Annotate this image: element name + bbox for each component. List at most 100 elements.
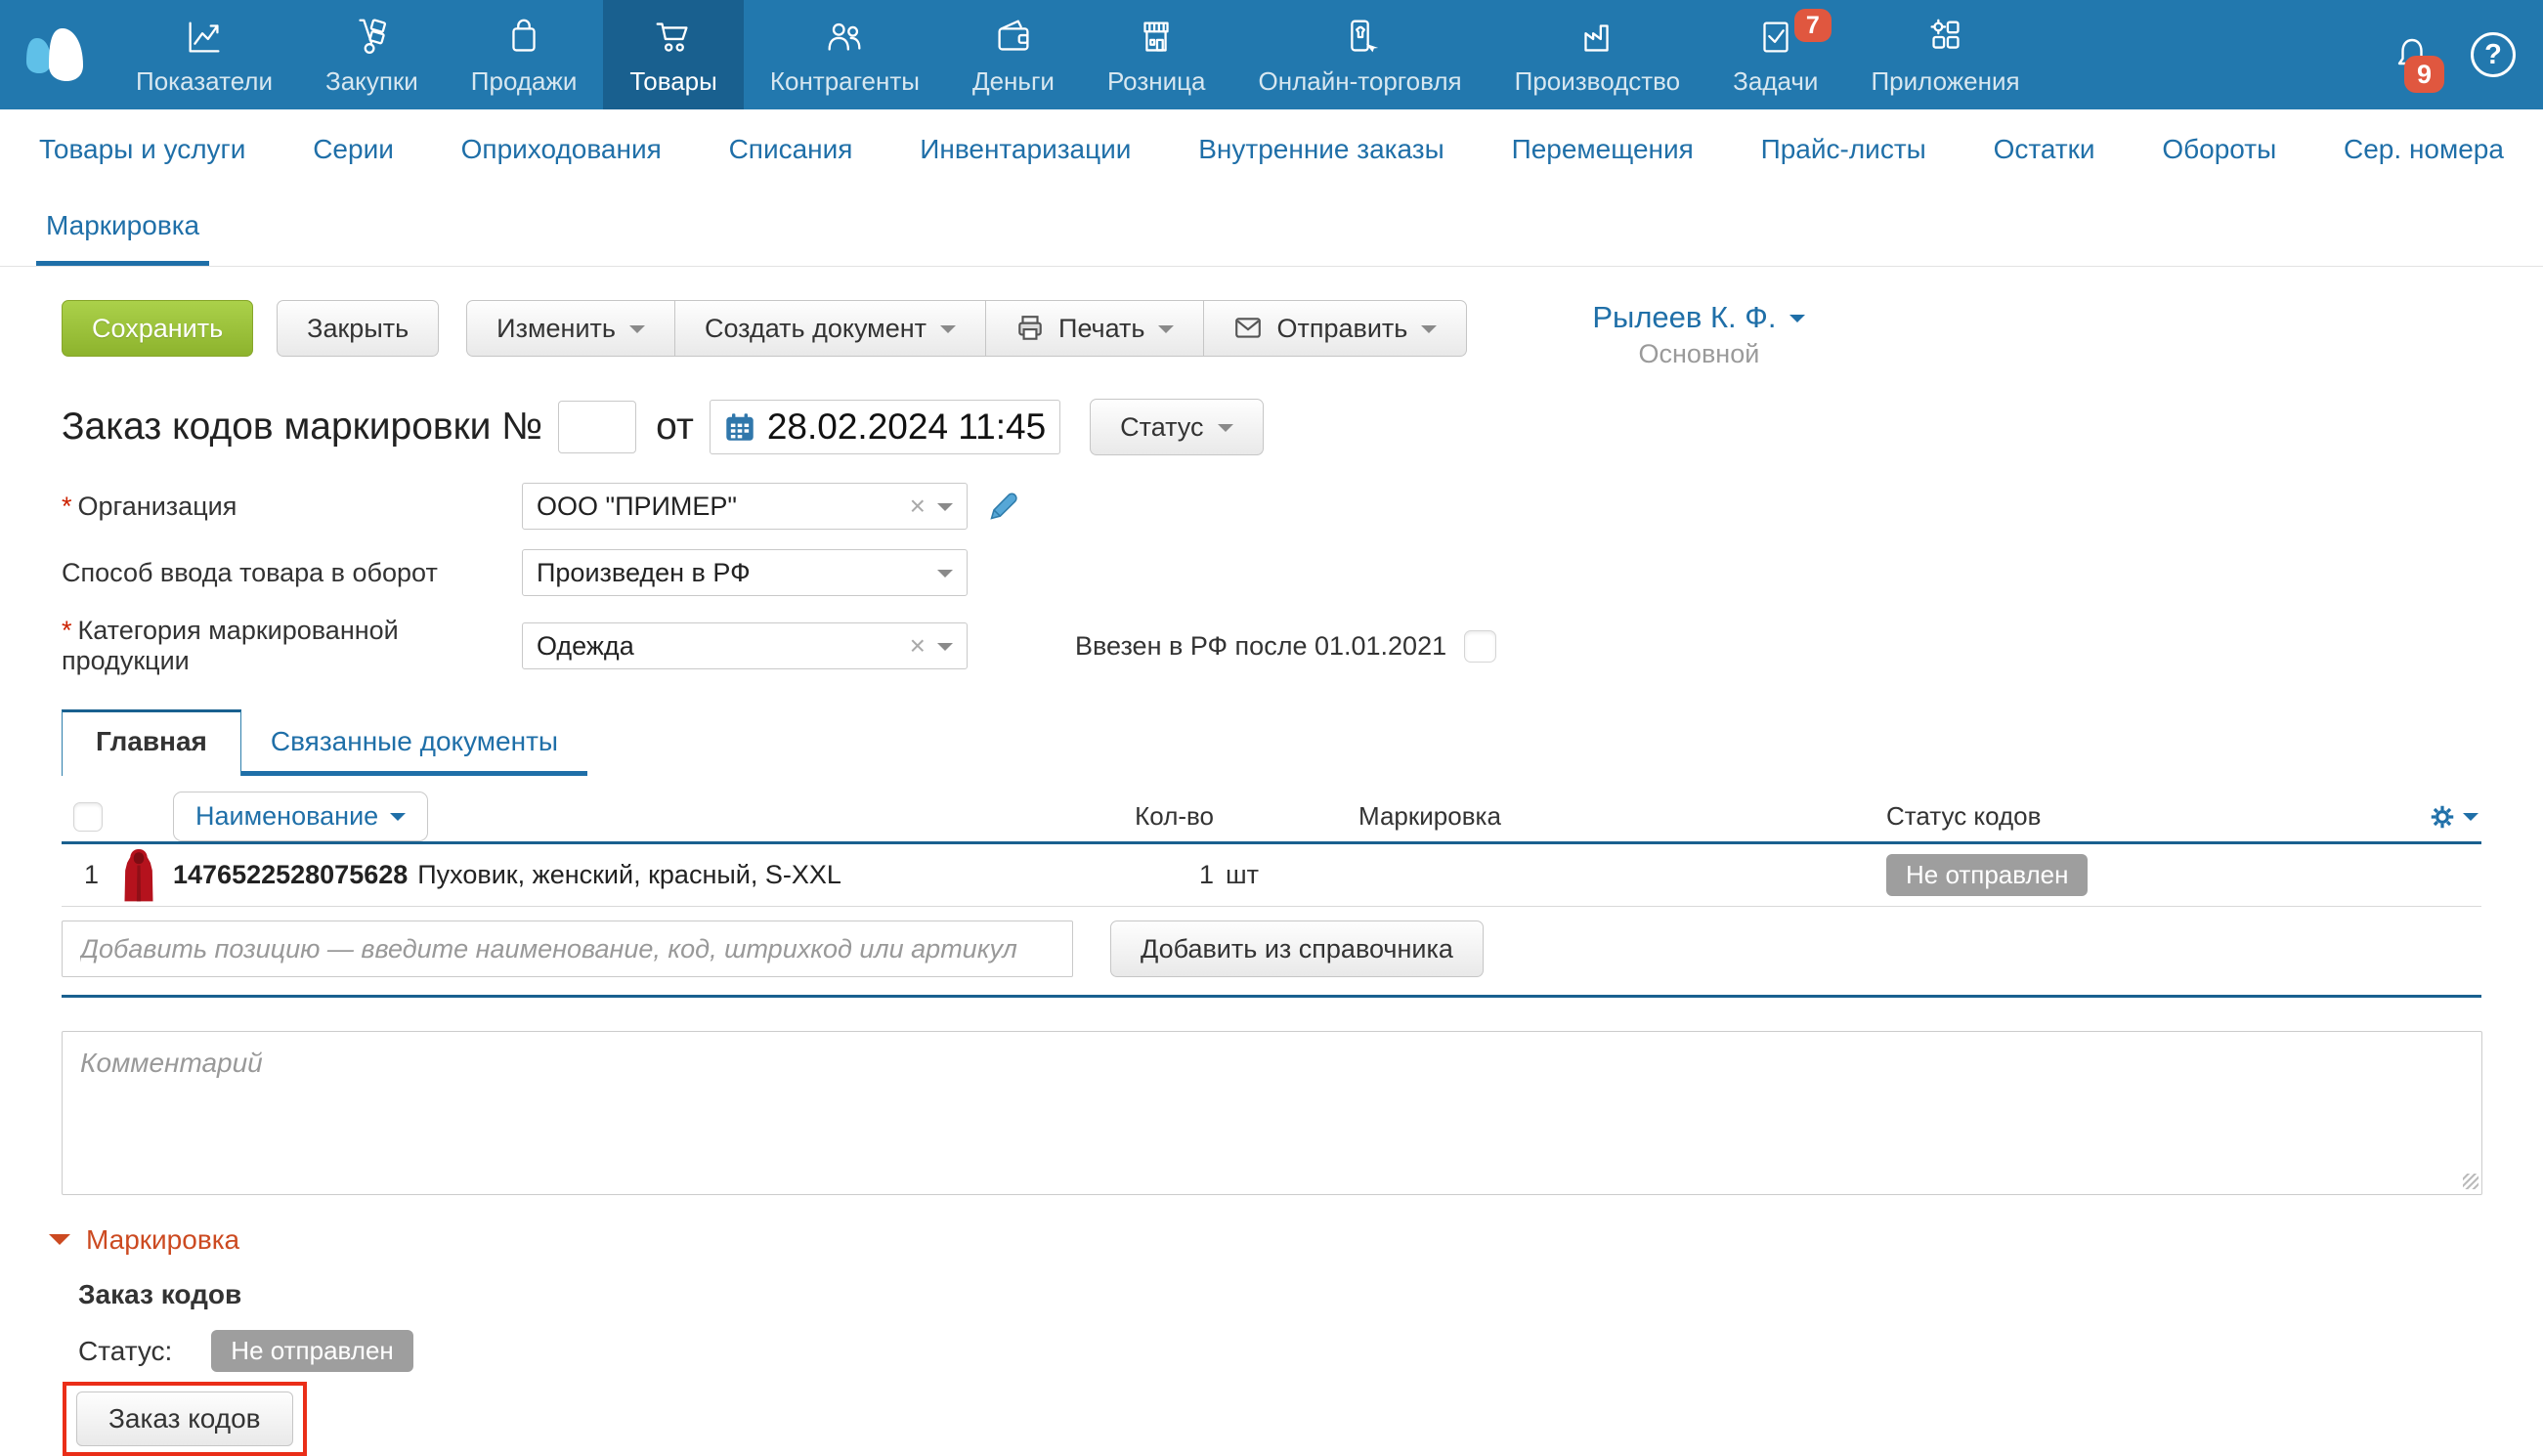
subnav-inventories[interactable]: Инвентаризации [920,134,1131,165]
chevron-down-icon [937,643,953,659]
subnav-internal-orders[interactable]: Внутренние заказы [1198,134,1444,165]
tab-marking[interactable]: Маркировка [36,190,209,266]
send-button[interactable]: Отправить [1203,300,1467,357]
document-actions-group: Изменить Создать документ Печать Отправи… [466,300,1467,357]
edit-button[interactable]: Изменить [466,300,675,357]
nav-right: 9 ? [2389,0,2543,109]
imported-after-label: Ввезен в РФ после 01.01.2021 [1075,631,1446,662]
nav-item-indicators[interactable]: Показатели [109,0,299,109]
tab-related-documents[interactable]: Связанные документы [241,712,587,771]
product-name-cell[interactable]: 1476522528075628Пуховик, женский, красны… [173,860,1077,890]
app-logo[interactable] [0,0,109,109]
imported-after-checkbox[interactable] [1464,630,1496,663]
tab-main[interactable]: Главная [62,709,241,776]
quantity-value[interactable]: 1 [1077,860,1214,890]
nav-item-tasks[interactable]: 7 Задачи [1706,0,1844,109]
apps-grid-icon [1923,13,1968,60]
marking-section-title: Маркировка [86,1224,239,1256]
document-number-input[interactable] [558,401,636,453]
subnav-pricelists[interactable]: Прайс-листы [1761,134,1926,165]
document-title-row: Заказ кодов маркировки № от 28.02.2024 1… [62,399,2481,455]
nav-item-partners[interactable]: Контрагенты [744,0,946,109]
toolbar: Сохранить Закрыть Изменить Создать докум… [62,300,2484,369]
nav-label: Товары [629,66,716,97]
subnav-incomings[interactable]: Оприходования [461,134,662,165]
subnav-goods-services[interactable]: Товары и услуги [39,134,245,165]
clear-icon[interactable]: × [910,491,926,522]
save-button[interactable]: Сохранить [62,300,253,357]
subnav-stock[interactable]: Остатки [1994,134,2095,165]
subnav-movements[interactable]: Перемещения [1512,134,1694,165]
chevron-down-icon [390,813,406,829]
gear-icon [2428,802,2457,832]
add-from-catalog-button[interactable]: Добавить из справочника [1110,921,1484,977]
marking-section-toggle[interactable]: Маркировка [49,1224,2543,1256]
nav-item-money[interactable]: Деньги [946,0,1081,109]
close-button[interactable]: Закрыть [277,300,439,357]
nav-label: Розница [1107,66,1206,97]
codes-status-badge: Не отправлен [211,1330,412,1372]
add-position-row: Добавить из справочника [62,907,2481,998]
name-column-button[interactable]: Наименование [173,792,428,841]
input-method-select[interactable]: Произведен в РФ [522,549,968,596]
category-select[interactable]: Одежда × [522,622,968,669]
task-check-icon: 7 [1753,13,1798,60]
pencil-icon [987,490,1020,523]
document-form: *Организация ООО "ПРИМЕР" × Способ ввода… [62,483,2543,676]
document-date: 28.02.2024 11:45 [767,407,1046,448]
document-date-field[interactable]: 28.02.2024 11:45 [710,400,1060,454]
select-all-checkbox[interactable] [73,802,103,832]
resize-handle[interactable] [2463,1174,2478,1189]
nav-item-apps[interactable]: Приложения [1844,0,2046,109]
annotation-highlight-box: Заказ кодов [63,1382,307,1456]
product-image[interactable] [105,847,173,904]
organization-label: *Организация [62,492,522,522]
table-row[interactable]: 1 1476522528075628Пуховик, женский, крас… [62,844,2481,907]
table-settings-button[interactable] [2414,802,2482,832]
people-icon [822,13,867,60]
table-header: Наименование Кол-во Маркировка Статус ко… [62,792,2481,844]
nav-item-goods[interactable]: Товары [603,0,743,109]
subnav-series[interactable]: Серии [313,134,394,165]
wallet-icon [991,13,1036,60]
chevron-down-icon [937,570,953,585]
add-position-input[interactable] [62,921,1073,977]
subnav-serial-numbers[interactable]: Сер. номера [2344,134,2504,165]
nav-label: Показатели [136,66,273,97]
code-status-header: Статус кодов [1886,801,2414,832]
category-value: Одежда [537,631,910,662]
subnav-turnover[interactable]: Обороты [2162,134,2276,165]
tasks-badge: 7 [1794,9,1832,42]
nav-label: Закупки [325,66,418,97]
clear-icon[interactable]: × [910,630,926,662]
subnav-writeoffs[interactable]: Списания [729,134,853,165]
edit-organization-button[interactable] [987,490,1020,523]
user-selector[interactable]: Рылеев К. Ф. Основной [1592,300,1805,369]
comment-textarea[interactable] [62,1031,2482,1195]
codes-order-status-line: Статус: Не отправлен [78,1330,2543,1372]
chevron-down-icon [1158,325,1174,341]
triangle-down-icon [49,1234,70,1256]
order-codes-button[interactable]: Заказ кодов [76,1392,293,1446]
product-code: 1476522528075628 [173,860,408,889]
print-button[interactable]: Печать [985,300,1204,357]
nav-item-production[interactable]: Производство [1488,0,1707,109]
logo-icon [20,26,90,83]
main-nav: Показатели Закупки Продажи [109,0,2047,109]
nav-item-sales[interactable]: Продажи [445,0,604,109]
chevron-down-icon [2463,813,2478,829]
organization-select[interactable]: ООО "ПРИМЕР" × [522,483,968,530]
nav-label: Онлайн-торговля [1258,66,1461,97]
help-button[interactable]: ? [2471,32,2516,77]
status-dropdown[interactable]: Статус [1090,399,1263,455]
create-document-button[interactable]: Создать документ [674,300,986,357]
chevron-down-icon [940,325,956,341]
code-status-cell: Не отправлен [1886,854,2414,896]
nav-item-purchases[interactable]: Закупки [299,0,445,109]
nav-item-online-trade[interactable]: Онлайн-торговля [1231,0,1487,109]
page-tab-row: Маркировка [0,190,2543,267]
question-icon: ? [2484,39,2502,71]
notifications-button[interactable]: 9 [2389,30,2435,79]
nav-item-retail[interactable]: Розница [1081,0,1232,109]
qty-header: Кол-во [1077,801,1214,832]
